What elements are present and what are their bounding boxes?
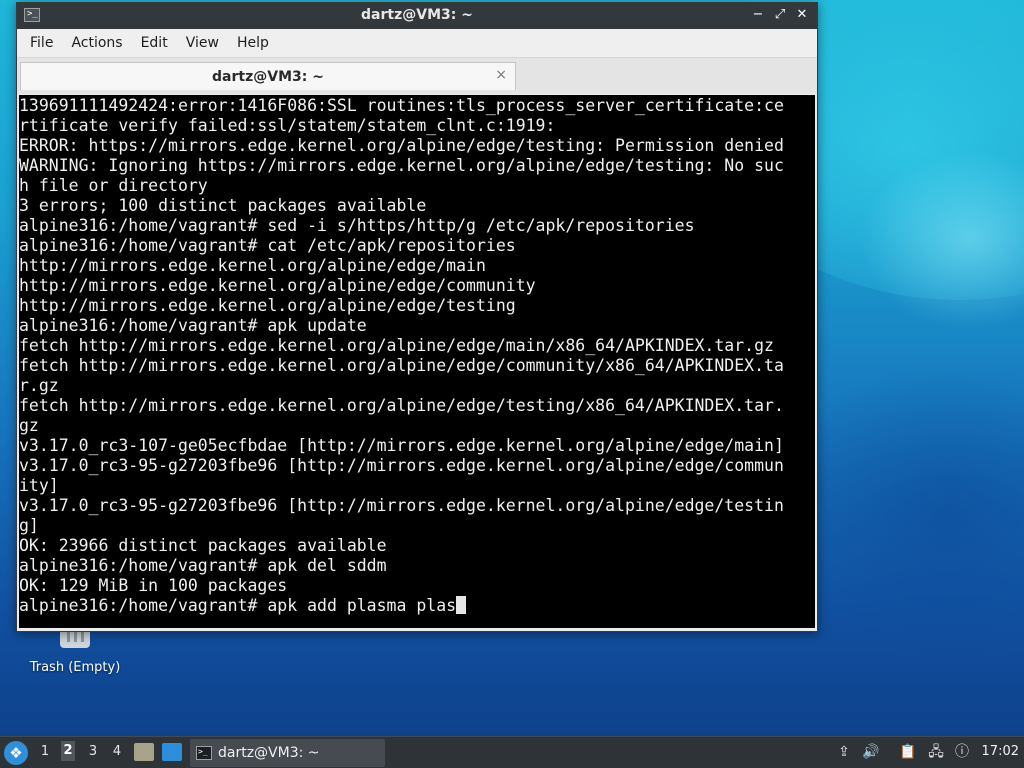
menubar: File Actions Edit View Help (17, 29, 817, 58)
window-titlebar[interactable]: >_ dartz@VM3: ~ − ⤢ ✕ (17, 3, 817, 29)
task-label: dartz@VM3: ~ (218, 745, 320, 761)
volume-icon[interactable]: 🔊 (861, 742, 881, 762)
terminal-line: fetch http://mirrors.edge.kernel.org/alp… (19, 396, 784, 415)
file-manager-icon[interactable] (134, 743, 154, 761)
desktop-trash[interactable]: Trash (Empty) (22, 626, 128, 675)
taskbar-terminal-task[interactable]: >_ dartz@VM3: ~ (190, 739, 385, 767)
terminal-line: http://mirrors.edge.kernel.org/alpine/ed… (19, 276, 536, 295)
terminal-line: fetch http://mirrors.edge.kernel.org/alp… (19, 356, 784, 375)
window-title: dartz@VM3: ~ (361, 7, 473, 23)
clipboard-icon[interactable]: 📋 (898, 742, 918, 762)
terminal-line: 3 errors; 100 distinct packages availabl… (19, 196, 427, 215)
tab-label: dartz@VM3: ~ (212, 69, 324, 85)
terminal-line: ERROR: https://mirrors.edge.kernel.org/a… (19, 136, 784, 155)
workspace-1[interactable]: 1 (38, 744, 52, 759)
tab-terminal[interactable]: dartz@VM3: ~ × (20, 62, 516, 90)
terminal-line: v3.17.0_rc3-107-ge05ecfbdae [http://mirr… (19, 436, 784, 455)
tab-close-icon[interactable]: × (495, 67, 507, 83)
terminal-line: 139691111492424:error:1416F086:SSL routi… (19, 96, 784, 115)
terminal-line: http://mirrors.edge.kernel.org/alpine/ed… (19, 296, 516, 315)
terminal-line: ity] (19, 476, 59, 495)
workspace-4[interactable]: 4 (110, 744, 124, 759)
terminal-line: v3.17.0_rc3-95-g27203fbe96 [http://mirro… (19, 496, 784, 515)
terminal-line: alpine316:/home/vagrant# apk add plasma … (19, 596, 784, 616)
terminal-output[interactable]: 139691111492424:error:1416F086:SSL routi… (19, 95, 815, 628)
maximize-button[interactable]: ⤢ (771, 6, 789, 24)
close-button[interactable]: ✕ (793, 6, 811, 24)
terminal-window: >_ dartz@VM3: ~ − ⤢ ✕ File Actions Edit … (16, 2, 818, 632)
terminal-line: h file or directory (19, 176, 208, 195)
terminal-line: g] (19, 516, 39, 535)
network-icon[interactable]: 🖧 (926, 742, 946, 762)
terminal-line: http://mirrors.edge.kernel.org/alpine/ed… (19, 256, 486, 275)
terminal-lines: 139691111492424:error:1416F086:SSL routi… (19, 96, 784, 616)
terminal-cursor (456, 596, 467, 614)
menu-file[interactable]: File (21, 35, 62, 51)
update-notifier-icon[interactable]: ⓘ (952, 742, 972, 762)
terminal-icon: >_ (196, 746, 212, 760)
terminal-line: alpine316:/home/vagrant# apk update (19, 316, 367, 335)
terminal-line: alpine316:/home/vagrant# sed -i s/https/… (19, 216, 695, 235)
trash-label: Trash (Empty) (29, 660, 121, 675)
menu-actions[interactable]: Actions (62, 35, 131, 51)
clock[interactable]: 17:02 (982, 744, 1019, 759)
start-menu-icon[interactable]: ❖ (4, 741, 28, 765)
terminal-line: WARNING: Ignoring https://mirrors.edge.k… (19, 156, 784, 175)
workspace-3[interactable]: 3 (86, 744, 100, 759)
menu-view[interactable]: View (177, 35, 228, 51)
terminal-line: alpine316:/home/vagrant# cat /etc/apk/re… (19, 236, 516, 255)
terminal-line: gz (19, 416, 39, 435)
terminal-line: v3.17.0_rc3-95-g27203fbe96 [http://mirro… (19, 456, 784, 475)
tab-bar: dartz@VM3: ~ × (17, 58, 817, 94)
show-desktop-icon[interactable] (162, 743, 182, 761)
terminal-line: OK: 23966 distinct packages available (19, 536, 387, 555)
terminal-line: alpine316:/home/vagrant# apk del sddm (19, 556, 387, 575)
terminal-line: rtificate verify failed:ssl/statem/state… (19, 116, 556, 135)
terminal-line: OK: 129 MiB in 100 packages (19, 576, 288, 595)
terminal-line: fetch http://mirrors.edge.kernel.org/alp… (19, 336, 774, 355)
terminal-line: r.gz (19, 376, 59, 395)
minimize-button[interactable]: − (749, 6, 767, 24)
menu-edit[interactable]: Edit (132, 35, 177, 51)
taskbar: ❖ 1 2 3 4 >_ dartz@VM3: ~ ⇪ 🔊 📋 🖧 ⓘ 17:0… (0, 736, 1024, 768)
menu-help[interactable]: Help (228, 35, 278, 51)
upload-icon[interactable]: ⇪ (834, 742, 854, 762)
workspace-2[interactable]: 2 (61, 741, 75, 761)
